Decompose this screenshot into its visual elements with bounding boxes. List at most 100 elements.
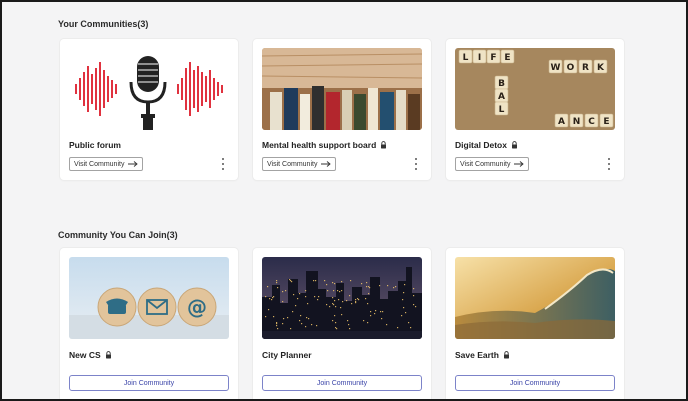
card-image: LIFEWORKBALANCE (455, 48, 615, 130)
city-window-light (333, 290, 335, 292)
city-window-light (311, 324, 313, 326)
visit-community-button[interactable]: Visit Community (262, 157, 337, 171)
card-image (455, 257, 615, 339)
city-window-light (306, 317, 308, 319)
city-window-light (405, 312, 407, 314)
city-window-light (272, 297, 274, 299)
city-window-light (349, 295, 351, 297)
city-window-light (314, 296, 316, 298)
community-card-new-cs[interactable]: @ New CS Join Community (60, 248, 238, 399)
city-window-light (300, 315, 302, 317)
city-window-light (315, 280, 317, 282)
city-window-light (282, 323, 284, 325)
city-window-light (402, 299, 404, 301)
city-window-light (338, 299, 340, 301)
city-window-light (297, 298, 299, 300)
visit-community-button[interactable]: Visit Community (69, 157, 144, 171)
city-window-light (335, 306, 337, 308)
city-window-light (413, 304, 415, 306)
city-window-light (337, 290, 339, 292)
city-window-light (332, 303, 334, 305)
city-window-light (370, 315, 372, 317)
city-window-light (285, 290, 287, 292)
city-window-light (335, 322, 337, 324)
city-window-light (334, 315, 336, 317)
city-window-light (375, 310, 377, 312)
scrabble-tiles-icon: L I F EW O R KBALA N C E (455, 48, 615, 130)
scrabble-tile-letter: E (504, 53, 510, 63)
city-window-light (299, 320, 301, 322)
lock-icon (503, 351, 509, 359)
community-name: City Planner (262, 350, 312, 360)
city-window-light (277, 328, 279, 330)
svg-text:@: @ (187, 295, 207, 319)
city-window-light (370, 311, 372, 313)
community-card-public-forum[interactable]: Public forum Visit Community (60, 39, 238, 180)
your-communities-heading: Your Communities(3) (58, 19, 149, 29)
scrabble-tile-letter: I (478, 53, 481, 63)
city-window-light (397, 327, 399, 329)
card-image (262, 48, 422, 130)
city-window-light (318, 296, 320, 298)
city-window-light (393, 287, 395, 289)
city-window-light (369, 287, 371, 289)
more-options-icon[interactable] (606, 158, 612, 170)
lock-icon (511, 141, 517, 149)
community-name: Digital Detox (455, 140, 518, 150)
card-image (262, 257, 422, 339)
join-community-button[interactable]: Join Community (262, 375, 422, 391)
city-window-light (368, 293, 370, 295)
city-window-light (363, 320, 365, 322)
join-community-button[interactable]: Join Community (69, 375, 229, 391)
city-window-light (305, 290, 307, 292)
city-window-light (305, 296, 307, 298)
scrabble-tile-letter: L (463, 53, 469, 63)
city-window-light (381, 318, 383, 320)
city-window-light (340, 307, 342, 309)
city-window-light (299, 293, 301, 295)
city-window-light (342, 301, 344, 303)
join-community-button[interactable]: Join Community (455, 375, 615, 391)
city-window-light (283, 318, 285, 320)
city-window-light (295, 305, 297, 307)
scrabble-tile-letter: N (573, 117, 581, 127)
city-window-light (276, 325, 278, 327)
community-card-digital-detox[interactable]: LIFEWORKBALANCE Digital Detox Visit Comm… (446, 39, 624, 180)
community-card-mental-health[interactable]: Mental health support board Visit Commun… (253, 39, 431, 180)
arrow-right-icon (514, 161, 525, 167)
visit-community-button[interactable]: Visit Community (455, 157, 530, 171)
city-window-light (357, 298, 359, 300)
city-window-light (403, 292, 405, 294)
city-window-light (408, 322, 410, 324)
scrabble-tile-letter: A (498, 92, 505, 102)
page-frame: Your Communities(3) Public forum Visit C… (0, 0, 688, 401)
city-window-light (347, 320, 349, 322)
city-window-light (334, 283, 336, 285)
city-window-light (287, 317, 289, 319)
city-window-light (332, 282, 334, 284)
city-window-light (276, 280, 278, 282)
city-window-light (404, 284, 406, 286)
city-window-light (277, 287, 279, 289)
city-window-light (267, 286, 269, 288)
contact-icons-icon: @ (69, 257, 229, 339)
city-window-light (374, 313, 376, 315)
city-window-light (386, 324, 388, 326)
community-card-save-earth[interactable]: Save Earth Join Community (446, 248, 624, 399)
city-window-light (365, 298, 367, 300)
city-window-light (350, 280, 352, 282)
city-window-light (341, 290, 343, 292)
community-card-city-planner[interactable]: City Planner Join Community (253, 248, 431, 399)
more-options-icon[interactable] (220, 158, 226, 170)
more-options-icon[interactable] (413, 158, 419, 170)
city-window-light (332, 297, 334, 299)
city-window-light (307, 303, 309, 305)
city-window-light (382, 311, 384, 313)
scrabble-tile-letter: C (588, 117, 595, 127)
arrow-right-icon (321, 161, 332, 167)
city-window-light (346, 300, 348, 302)
city-window-light (276, 282, 278, 284)
city-window-light (273, 316, 275, 318)
community-name: Save Earth (455, 350, 510, 360)
scrabble-tile-letter: O (567, 63, 575, 73)
